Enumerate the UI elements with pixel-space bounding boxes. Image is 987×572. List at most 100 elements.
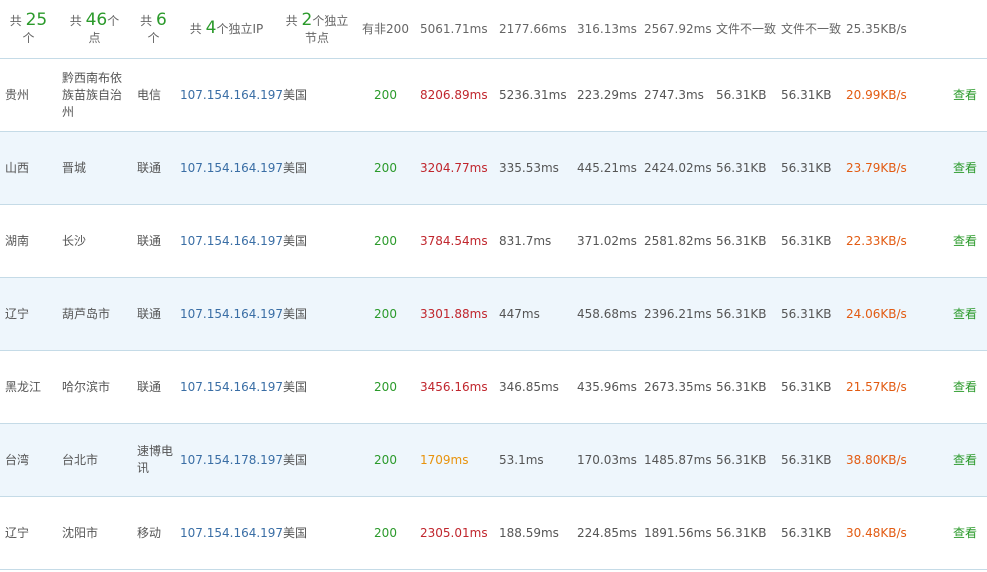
summary-file-size-2: 文件不一致 — [776, 0, 841, 59]
speed-cell: 38.80KB/s — [841, 423, 923, 497]
speed-cell: 30.48KB/s — [841, 496, 923, 570]
total-time-cell: 2305.01ms — [415, 496, 494, 570]
summary-status: 有非200 — [356, 0, 415, 59]
ip-cell: 107.154.164.197 — [175, 58, 283, 132]
dns-time-cell: 188.59ms — [494, 496, 572, 570]
file-size-cell: 56.31KB — [711, 204, 776, 278]
summary-file-size: 文件不一致 — [711, 0, 776, 59]
file-size-cell: 56.31KB — [711, 131, 776, 205]
status-cell: 200 — [356, 204, 415, 278]
connect-time-cell: 371.02ms — [572, 204, 639, 278]
ip-cell: 107.154.164.197 — [175, 496, 283, 570]
summary-speed: 25.35KB/s — [841, 0, 923, 59]
summary-total-time: 5061.71ms — [415, 0, 494, 59]
city-cell: 沈阳市 — [57, 496, 132, 570]
city-cell: 晋城 — [57, 131, 132, 205]
file-size-2-cell: 56.31KB — [776, 496, 841, 570]
isp-cell: 联通 — [132, 131, 175, 205]
isp-cell: 速博电讯 — [132, 423, 175, 497]
province-cell: 辽宁 — [0, 277, 57, 351]
file-size-cell: 56.31KB — [711, 496, 776, 570]
dns-time-cell: 447ms — [494, 277, 572, 351]
connect-time-cell: 458.68ms — [572, 277, 639, 351]
table-row: 辽宁 葫芦岛市 联通 107.154.164.197 美国 200 3301.88ms 447… — [0, 277, 987, 351]
total-time-cell: 3456.16ms — [415, 350, 494, 424]
isp-cell: 联通 — [132, 350, 175, 424]
status-cell: 200 — [356, 423, 415, 497]
table-row: 辽宁 沈阳市 移动 107.154.164.197 美国 200 2305.01ms 188.… — [0, 496, 987, 570]
isp-cell: 移动 — [132, 496, 175, 570]
total-time-cell: 3784.54ms — [415, 204, 494, 278]
city-cell: 长沙 — [57, 204, 132, 278]
dns-time-cell: 5236.31ms — [494, 58, 572, 132]
location-cell: 美国 — [278, 204, 356, 278]
city-cell: 黔西南布依族苗族自治州 — [57, 58, 132, 132]
province-cell: 黑龙江 — [0, 350, 57, 424]
connect-time-cell: 170.03ms — [572, 423, 639, 497]
connect-time-cell: 435.96ms — [572, 350, 639, 424]
file-size-cell: 56.31KB — [711, 350, 776, 424]
city-cell: 葫芦岛市 — [57, 277, 132, 351]
province-cell: 山西 — [0, 131, 57, 205]
speed-test-table: 共 25 个 共 46个点 共 6个 共 4个独立IP 共 2个独立 节点 有非20… — [0, 0, 987, 570]
connect-time-cell: 445.21ms — [572, 131, 639, 205]
table-row: 湖南 长沙 联通 107.154.164.197 美国 200 3784.54ms 831.7… — [0, 204, 987, 278]
view-link[interactable]: 查看 — [923, 496, 987, 570]
status-cell: 200 — [356, 58, 415, 132]
view-link[interactable]: 查看 — [923, 131, 987, 205]
connect-time-cell: 224.85ms — [572, 496, 639, 570]
view-link[interactable]: 查看 — [923, 204, 987, 278]
dns-time-cell: 346.85ms — [494, 350, 572, 424]
ip-cell: 107.154.164.197 — [175, 277, 283, 351]
status-cell: 200 — [356, 277, 415, 351]
download-time-cell: 2396.21ms — [639, 277, 712, 351]
province-cell: 辽宁 — [0, 496, 57, 570]
file-size-2-cell: 56.31KB — [776, 423, 841, 497]
download-time-cell: 1891.56ms — [639, 496, 712, 570]
speed-cell: 24.06KB/s — [841, 277, 923, 351]
file-size-2-cell: 56.31KB — [776, 350, 841, 424]
total-time-cell: 8206.89ms — [415, 58, 494, 132]
file-size-cell: 56.31KB — [711, 423, 776, 497]
location-cell: 美国 — [278, 423, 356, 497]
view-link[interactable]: 查看 — [923, 350, 987, 424]
view-link[interactable]: 查看 — [923, 423, 987, 497]
total-time-cell: 1709ms — [415, 423, 494, 497]
table-row: 黑龙江 哈尔滨市 联通 107.154.164.197 美国 200 3456.16ms 34… — [0, 350, 987, 424]
location-cell: 美国 — [278, 350, 356, 424]
file-size-cell: 56.31KB — [711, 58, 776, 132]
file-size-2-cell: 56.31KB — [776, 277, 841, 351]
location-cell: 美国 — [278, 496, 356, 570]
total-time-cell: 3204.77ms — [415, 131, 494, 205]
summary-cities: 共 46个点 — [57, 0, 132, 59]
download-time-cell: 2581.82ms — [639, 204, 712, 278]
download-time-cell: 1485.87ms — [639, 423, 712, 497]
summary-dns-time: 2177.66ms — [494, 0, 572, 59]
summary-ips: 共 4个独立IP — [175, 0, 278, 59]
province-cell: 台湾 — [0, 423, 57, 497]
summary-provinces: 共 25 个 — [0, 0, 57, 59]
isp-cell: 联通 — [132, 277, 175, 351]
view-link[interactable]: 查看 — [923, 58, 987, 132]
file-size-2-cell: 56.31KB — [776, 204, 841, 278]
ip-cell: 107.154.164.197 — [175, 350, 283, 424]
isp-cell: 电信 — [132, 58, 175, 132]
ip-cell: 107.154.164.197 — [175, 131, 283, 205]
summary-download-time: 2567.92ms — [639, 0, 712, 59]
isp-cell: 联通 — [132, 204, 175, 278]
dns-time-cell: 53.1ms — [494, 423, 572, 497]
download-time-cell: 2673.35ms — [639, 350, 712, 424]
city-cell: 哈尔滨市 — [57, 350, 132, 424]
city-cell: 台北市 — [57, 423, 132, 497]
file-size-2-cell: 56.31KB — [776, 58, 841, 132]
ip-cell: 107.154.178.197 — [175, 423, 283, 497]
file-size-cell: 56.31KB — [711, 277, 776, 351]
dns-time-cell: 831.7ms — [494, 204, 572, 278]
download-time-cell: 2424.02ms — [639, 131, 712, 205]
view-link[interactable]: 查看 — [923, 277, 987, 351]
download-time-cell: 2747.3ms — [639, 58, 711, 132]
table-row: 山西 晋城 联通 107.154.164.197 美国 200 3204.77ms 335.5… — [0, 131, 987, 205]
province-cell: 湖南 — [0, 204, 57, 278]
status-cell: 200 — [356, 350, 415, 424]
location-cell: 美国 — [278, 131, 356, 205]
